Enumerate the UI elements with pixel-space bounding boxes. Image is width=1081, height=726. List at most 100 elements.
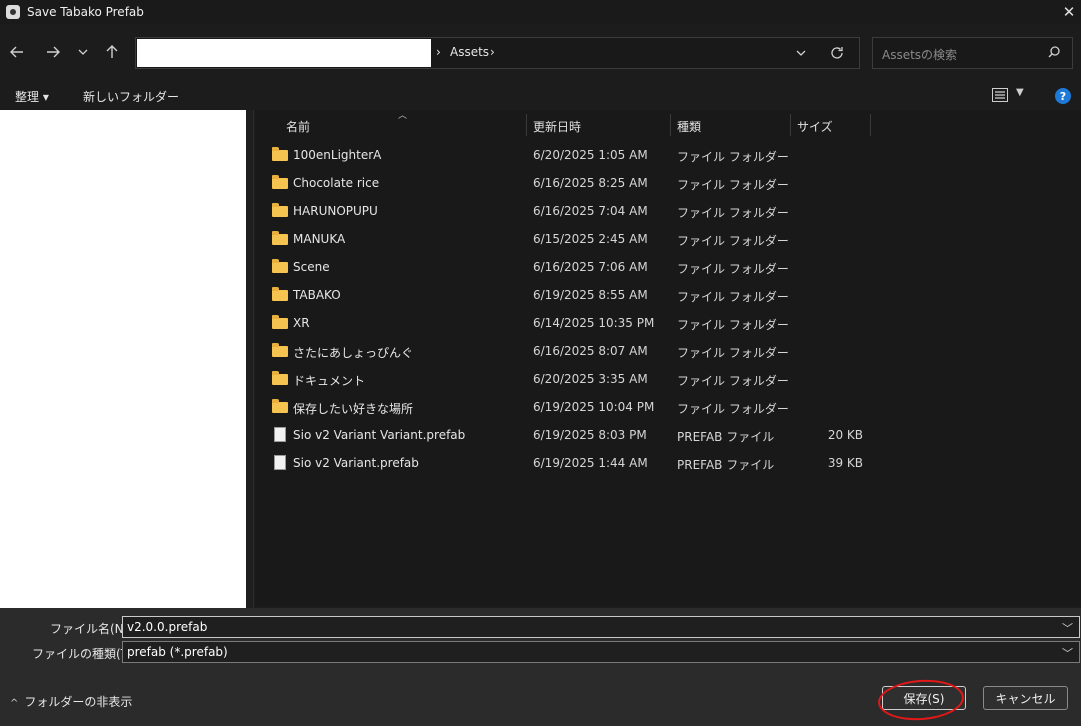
file-date: 6/16/2025 8:07 AM [533, 344, 648, 358]
forward-button[interactable] [42, 40, 64, 64]
folder-icon [271, 259, 289, 275]
search-icon [1048, 46, 1060, 58]
file-date: 6/19/2025 8:55 AM [533, 288, 648, 302]
search-input[interactable]: Assetsの検索 [882, 46, 957, 63]
pane-splitter[interactable] [246, 110, 254, 608]
folder-icon [271, 315, 289, 331]
hide-folders-toggle[interactable]: ^ フォルダーの非表示 [10, 693, 132, 710]
file-name: Sio v2 Variant.prefab [293, 456, 419, 470]
column-date[interactable]: 更新日時 [533, 118, 581, 135]
file-type: ファイル フォルダー [677, 290, 789, 304]
folder-row[interactable]: HARUNOPUPU 6/16/2025 7:04 AM ファイル フォルダー [271, 197, 891, 225]
folder-icon [271, 371, 289, 387]
file-type: ファイル フォルダー [677, 178, 789, 192]
folder-row[interactable]: さたにあしょっぴんぐ 6/16/2025 8:07 AM ファイル フォルダー [271, 337, 891, 365]
arrow-left-icon [10, 46, 23, 58]
breadcrumb-separator: › [436, 45, 441, 59]
file-type: ファイル フォルダー [677, 150, 789, 164]
column-name[interactable]: 名前 [286, 118, 310, 135]
chevron-down-icon[interactable]: ﹀ [1062, 645, 1073, 661]
file-name: 100enLighterA [293, 148, 382, 162]
file-date: 6/15/2025 2:45 AM [533, 232, 648, 246]
redacted-path [137, 39, 431, 67]
folder-row[interactable]: MANUKA 6/15/2025 2:45 AM ファイル フォルダー [271, 225, 891, 253]
arrow-up-icon [106, 45, 118, 58]
back-button[interactable] [6, 40, 28, 64]
file-type: ファイル フォルダー [677, 346, 789, 360]
folder-row[interactable]: ドキュメント 6/20/2025 3:35 AM ファイル フォルダー [271, 365, 891, 393]
column-separator[interactable] [790, 114, 791, 136]
close-icon[interactable]: ✕ [1057, 0, 1081, 24]
search-box[interactable]: Assetsの検索 [872, 37, 1073, 69]
file-date: 6/19/2025 1:44 AM [533, 456, 648, 470]
breadcrumb-assets[interactable]: Assets [450, 45, 489, 59]
folder-icon [271, 399, 289, 415]
column-separator[interactable] [670, 114, 671, 136]
view-options-dropdown[interactable]: ▼ [1016, 87, 1024, 98]
file-size: 39 KB [827, 456, 863, 470]
folder-icon [271, 175, 289, 191]
recent-locations-button[interactable] [72, 40, 94, 64]
file-type: ファイル フォルダー [677, 402, 789, 416]
file-row[interactable]: Sio v2 Variant Variant.prefab 6/19/2025 8… [271, 421, 891, 449]
file-date: 6/16/2025 7:06 AM [533, 260, 648, 274]
filename-label: ファイル名(N): [50, 622, 133, 636]
chevron-down-icon [796, 50, 806, 56]
column-header: ︿ 名前 更新日時 種類 サイズ [255, 111, 1081, 138]
column-separator[interactable] [870, 114, 871, 136]
folder-row[interactable]: Chocolate rice 6/16/2025 8:25 AM ファイル フォルダ… [271, 169, 891, 197]
filename-history-chevron-icon[interactable]: ﹀ [1062, 620, 1073, 636]
sort-indicator-icon: ︿ [398, 111, 408, 121]
navigation-pane[interactable] [0, 110, 246, 608]
file-list: ︿ 名前 更新日時 種類 サイズ 100enLighterA 6/20/2025 … [255, 110, 1081, 606]
address-bar[interactable]: › Assets › [135, 37, 860, 69]
file-type: PREFAB ファイル [677, 430, 775, 444]
help-icon[interactable]: ? [1055, 88, 1071, 104]
file-type: ファイル フォルダー [677, 374, 789, 388]
column-type[interactable]: 種類 [677, 118, 701, 135]
file-type: PREFAB ファイル [677, 458, 775, 472]
folder-row[interactable]: XR 6/14/2025 10:35 PM ファイル フォルダー [271, 309, 891, 337]
file-date: 6/16/2025 7:04 AM [533, 204, 648, 218]
file-type: ファイル フォルダー [677, 318, 789, 332]
chevron-down-icon [78, 49, 88, 55]
cancel-button[interactable]: キャンセル [983, 686, 1068, 710]
organize-menu[interactable]: 整理 ▾ [15, 88, 49, 105]
breadcrumb-separator[interactable]: › [490, 45, 495, 59]
file-icon [271, 427, 289, 443]
new-folder-button[interactable]: 新しいフォルダー [83, 88, 179, 105]
file-name: TABAKO [293, 288, 341, 302]
refresh-icon [831, 47, 843, 59]
folder-row[interactable]: Scene 6/16/2025 7:06 AM ファイル フォルダー [271, 253, 891, 281]
address-history-button[interactable] [796, 44, 806, 59]
file-name: XR [293, 316, 310, 330]
title-bar: Save Tabako Prefab ✕ [0, 0, 1081, 24]
file-date: 6/20/2025 3:35 AM [533, 372, 648, 386]
arrow-right-icon [47, 46, 60, 58]
column-separator[interactable] [526, 114, 527, 136]
file-name: 保存したい好きな場所 [293, 402, 414, 416]
folder-icon [271, 203, 289, 219]
folder-row[interactable]: 保存したい好きな場所 6/19/2025 10:04 PM ファイル フォルダー [271, 393, 891, 421]
filename-field[interactable]: v2.0.0.prefab ﹀ [122, 616, 1080, 638]
file-date: 6/16/2025 8:25 AM [533, 176, 648, 190]
up-button[interactable] [101, 40, 123, 64]
file-type: ファイル フォルダー [677, 234, 789, 248]
folder-row[interactable]: 100enLighterA 6/20/2025 1:05 AM ファイル フォルダー [271, 141, 891, 169]
filename-input[interactable]: v2.0.0.prefab [127, 620, 207, 634]
file-date: 6/14/2025 10:35 PM [533, 316, 655, 330]
folder-icon [271, 287, 289, 303]
file-name: MANUKA [293, 232, 346, 246]
refresh-button[interactable] [830, 42, 844, 64]
window-title: Save Tabako Prefab [27, 5, 144, 19]
folder-row[interactable]: TABAKO 6/19/2025 8:55 AM ファイル フォルダー [271, 281, 891, 309]
file-name: Scene [293, 260, 330, 274]
hide-folders-label: フォルダーの非表示 [24, 695, 133, 709]
file-row[interactable]: Sio v2 Variant.prefab 6/19/2025 1:44 AM PR… [271, 449, 891, 477]
file-type: ファイル フォルダー [677, 206, 789, 220]
filetype-select[interactable]: prefab (*.prefab) ﹀ [122, 641, 1080, 663]
column-size[interactable]: サイズ [797, 118, 833, 135]
view-details-icon[interactable] [992, 88, 1008, 102]
folder-icon [271, 343, 289, 359]
folder-icon [271, 231, 289, 247]
